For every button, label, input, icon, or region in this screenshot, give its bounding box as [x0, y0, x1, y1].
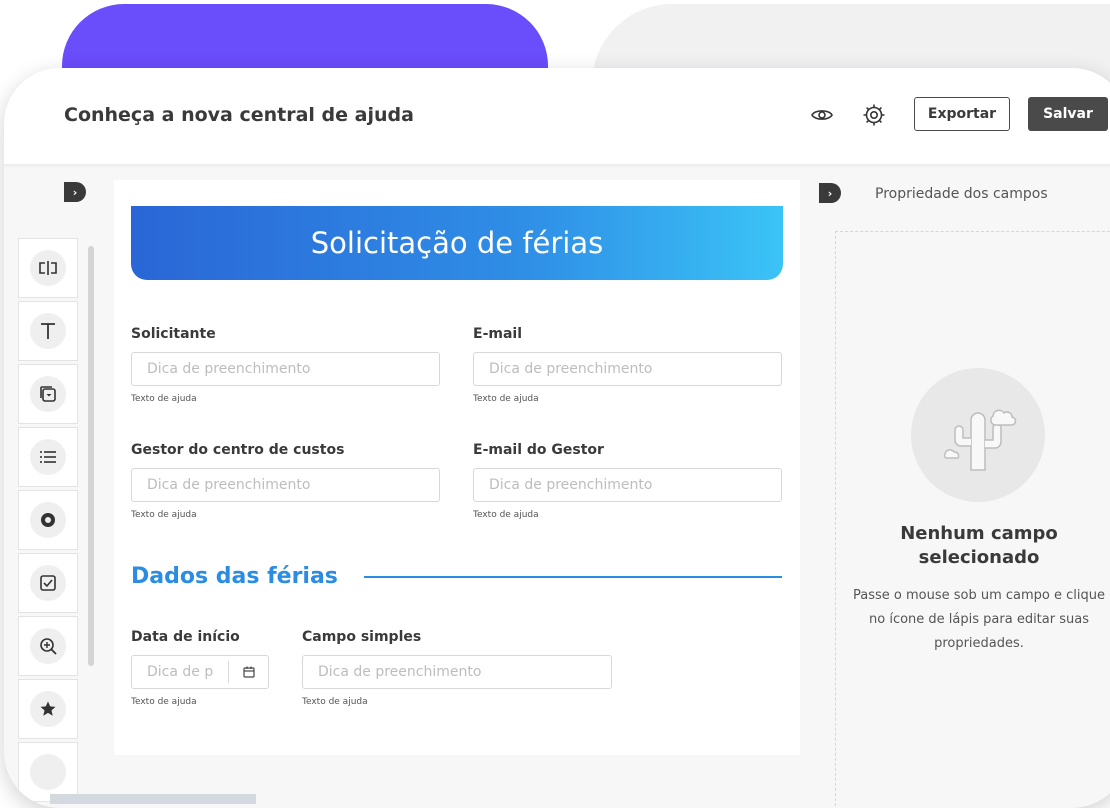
- settings-button[interactable]: [861, 104, 887, 130]
- empty-state-title: Nenhum campo selecionado: [900, 523, 1058, 568]
- gestor-input[interactable]: Dica de preenchimento: [131, 468, 440, 502]
- toolbox-scrollbar[interactable]: [88, 246, 94, 666]
- form-canvas: Solicitação de férias Solicitante Dica d…: [114, 180, 800, 755]
- preview-button[interactable]: [809, 104, 835, 130]
- header-bar: Conheça a nova central de ajuda Exportar…: [4, 68, 1110, 164]
- page-title: Conheça a nova central de ajuda: [64, 104, 414, 126]
- toolbox-item-zoom[interactable]: [18, 616, 78, 676]
- field-label-solicitante: Solicitante: [131, 326, 216, 342]
- export-button[interactable]: Exportar: [914, 97, 1010, 131]
- eye-icon: [810, 103, 834, 131]
- toolbox-item-text[interactable]: [18, 301, 78, 361]
- dropdown-icon: [30, 376, 66, 412]
- field-toolbox: [16, 238, 82, 808]
- star-icon: [30, 691, 66, 727]
- toolbox-toggle-button[interactable]: ›: [64, 182, 86, 202]
- date-input[interactable]: Dica de p: [131, 655, 269, 689]
- email-input[interactable]: Dica de preenchimento: [473, 352, 782, 386]
- gear-icon: [862, 103, 886, 131]
- field-label-data-inicio: Data de início: [131, 629, 240, 645]
- properties-dropzone: [835, 231, 1110, 808]
- field-label-campo-simples: Campo simples: [302, 629, 422, 645]
- toolbox-item-radio[interactable]: [18, 490, 78, 550]
- help-text-data-inicio: Texto de ajuda: [131, 697, 197, 707]
- cactus-illustration-icon: [911, 368, 1045, 502]
- toolbox-item-dropdown[interactable]: [18, 364, 78, 424]
- field-label-email: E-mail: [473, 326, 523, 342]
- help-text-gestor: Texto de ajuda: [131, 510, 197, 520]
- text-icon: [30, 313, 66, 349]
- text-field-icon: [30, 250, 66, 286]
- properties-panel: › Propriedade dos campos Nenhum campo se…: [819, 180, 1110, 808]
- toolbox-item-rating[interactable]: [18, 679, 78, 739]
- properties-title: Propriedade dos campos: [875, 186, 1048, 202]
- empty-state-description: Passe o mouse sob um campo e clique no í…: [853, 588, 1105, 651]
- help-text-email-gestor: Texto de ajuda: [473, 510, 539, 520]
- section-divider: [364, 576, 782, 578]
- calendar-icon[interactable]: [229, 666, 268, 678]
- zoom-in-icon: [30, 628, 66, 664]
- field-label-gestor: Gestor do centro de custos: [131, 442, 345, 458]
- form-header-banner[interactable]: Solicitação de férias: [131, 206, 783, 280]
- more-icon: [30, 754, 66, 790]
- help-text-campo-simples: Texto de ajuda: [302, 697, 368, 707]
- toolbox-item-text-field[interactable]: [18, 238, 78, 298]
- form-title: Solicitação de férias: [310, 226, 604, 260]
- save-button[interactable]: Salvar: [1028, 97, 1108, 131]
- toolbox-item-list[interactable]: [18, 427, 78, 487]
- toolbox-item-more[interactable]: [18, 742, 78, 802]
- field-label-email-gestor: E-mail do Gestor: [473, 442, 604, 458]
- chevron-right-icon: ›: [827, 186, 833, 200]
- solicitante-input[interactable]: Dica de preenchimento: [131, 352, 440, 386]
- section-title: Dados das férias: [131, 564, 338, 589]
- help-text-email: Texto de ajuda: [473, 394, 539, 404]
- help-text-solicitante: Texto de ajuda: [131, 394, 197, 404]
- properties-toggle-button[interactable]: ›: [819, 183, 841, 203]
- campo-simples-input[interactable]: Dica de preenchimento: [302, 655, 612, 689]
- bottom-strip: [50, 794, 256, 804]
- email-gestor-input[interactable]: Dica de preenchimento: [473, 468, 782, 502]
- radio-icon: [30, 502, 66, 538]
- toolbox-item-checkbox[interactable]: [18, 553, 78, 613]
- list-icon: [30, 439, 66, 475]
- checkbox-icon: [30, 565, 66, 601]
- chevron-right-icon: ›: [72, 185, 78, 199]
- date-input-placeholder: Dica de p: [147, 664, 214, 680]
- form-builder-window: Conheça a nova central de ajuda Exportar…: [4, 68, 1110, 808]
